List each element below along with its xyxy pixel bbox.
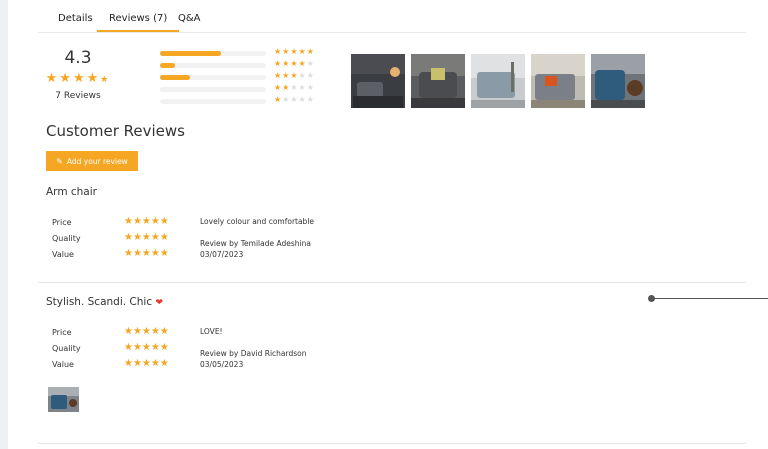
review-title: Arm chair bbox=[46, 186, 97, 198]
rating-row-stars: ★★★★★ bbox=[274, 83, 315, 92]
review-photo-thumbnail[interactable] bbox=[411, 54, 465, 108]
value-stars: ★★★★★ bbox=[124, 358, 169, 369]
review-text: Lovely colour and comfortable bbox=[200, 217, 315, 226]
price-stars: ★★★★★ bbox=[124, 326, 169, 337]
rating-bar-fill bbox=[160, 75, 190, 80]
rating-bar-track bbox=[160, 99, 266, 104]
review-photo-thumbnail[interactable] bbox=[48, 387, 79, 412]
rating-bar-fill bbox=[160, 51, 222, 56]
review-photo-thumbnail[interactable] bbox=[471, 54, 525, 108]
edit-icon: ✎ bbox=[56, 156, 63, 166]
price-stars: ★★★★★ bbox=[124, 216, 169, 227]
tab-bar: Details Reviews (7) Q&A bbox=[38, 0, 746, 33]
add-review-label: Add your review bbox=[66, 156, 128, 166]
review-photo-thumbnail[interactable] bbox=[531, 54, 585, 108]
rating-bar-track bbox=[160, 63, 266, 68]
review-date: 03/05/2023 bbox=[200, 360, 244, 369]
tab-details[interactable]: Details bbox=[58, 13, 93, 24]
tab-reviews[interactable]: Reviews (7) bbox=[97, 13, 180, 32]
value-label: Value bbox=[52, 360, 74, 369]
half-star-icon: ★ bbox=[100, 75, 111, 85]
rating-bar-track bbox=[160, 51, 266, 56]
review-date: 03/07/2023 bbox=[200, 250, 244, 259]
price-label: Price bbox=[52, 328, 72, 337]
rating-row-stars: ★★★★★ bbox=[274, 71, 315, 80]
review-author: Review by David Richardson bbox=[200, 349, 307, 358]
review-divider bbox=[38, 443, 746, 444]
average-stars: ★★★★★ bbox=[38, 71, 118, 86]
price-label: Price bbox=[52, 218, 72, 227]
tab-qa[interactable]: Q&A bbox=[178, 13, 201, 24]
rating-bar-track bbox=[160, 87, 266, 92]
review-count: 7 Reviews bbox=[55, 91, 101, 101]
review-title: Stylish. Scandi. Chic ❤ bbox=[46, 296, 163, 308]
review-text: LOVE! bbox=[200, 327, 223, 336]
quality-label: Quality bbox=[52, 234, 81, 243]
value-stars: ★★★★★ bbox=[124, 248, 169, 259]
rating-bar-track bbox=[160, 75, 266, 80]
customer-reviews-heading: Customer Reviews bbox=[46, 122, 185, 140]
rating-row-stars: ★★★★★ bbox=[274, 95, 315, 104]
rating-row-stars: ★★★★★ bbox=[274, 47, 315, 56]
review-photo-thumbnail[interactable] bbox=[351, 54, 405, 108]
pointer-line bbox=[654, 298, 768, 299]
review-divider bbox=[38, 282, 746, 283]
quality-stars: ★★★★★ bbox=[124, 232, 169, 243]
rating-bar-fill bbox=[160, 63, 175, 68]
review-title-text: Stylish. Scandi. Chic bbox=[46, 296, 153, 308]
rating-row-stars: ★★★★★ bbox=[274, 59, 315, 68]
value-label: Value bbox=[52, 250, 74, 259]
quality-stars: ★★★★★ bbox=[124, 342, 169, 353]
star-icons: ★★★★ bbox=[45, 71, 101, 86]
rating-summary: 4.3 ★★★★★ 7 Reviews bbox=[38, 48, 118, 101]
review-author: Review by Temilade Adeshina bbox=[200, 239, 311, 248]
quality-label: Quality bbox=[52, 344, 81, 353]
average-rating: 4.3 bbox=[64, 48, 92, 68]
heart-icon: ❤ bbox=[155, 298, 163, 308]
review-photo-thumbnail[interactable] bbox=[591, 54, 645, 108]
add-review-button[interactable]: ✎ Add your review bbox=[46, 151, 138, 171]
annotation-pointer bbox=[648, 295, 768, 302]
